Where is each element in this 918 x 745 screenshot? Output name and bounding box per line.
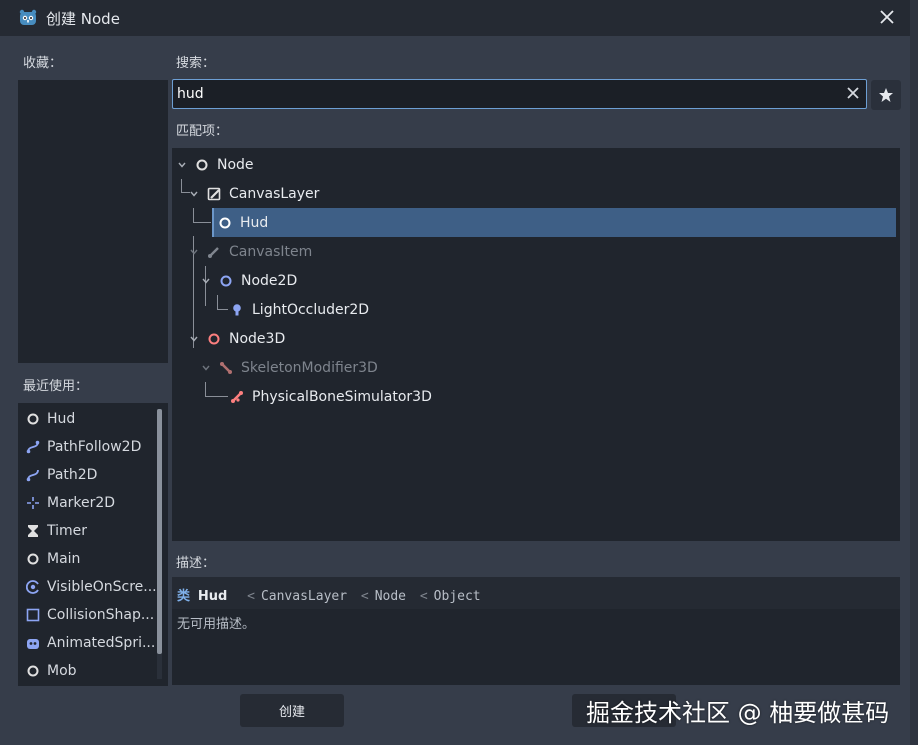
tree-item-node3d[interactable]: Node3D bbox=[172, 325, 900, 353]
tree-item-label: CanvasLayer bbox=[229, 186, 320, 202]
circle-icon bbox=[220, 275, 232, 287]
watermark-text: 掘金技术社区 @ 柚要做甚码 bbox=[586, 699, 890, 727]
brush-icon bbox=[208, 247, 219, 258]
tree-item-label: Node3D bbox=[229, 331, 286, 347]
tree-item-node[interactable]: Node bbox=[172, 151, 900, 179]
recent-item-label: Path2D bbox=[47, 467, 98, 483]
recent-item[interactable]: Marker2D bbox=[18, 489, 158, 517]
inherit-link[interactable]: Object bbox=[434, 589, 481, 604]
favorites-label: 收藏： bbox=[23, 56, 63, 71]
inherit-link[interactable]: Node bbox=[375, 589, 406, 604]
inherit-separator: < bbox=[247, 589, 255, 604]
clear-icon[interactable] bbox=[846, 86, 860, 100]
bone-icon bbox=[231, 391, 243, 403]
matches-label: 匹配项： bbox=[176, 124, 229, 139]
recent-scrollbar-thumb[interactable] bbox=[157, 409, 162, 654]
class-keyword: 类 bbox=[177, 589, 191, 604]
tree-item-label: PhysicalBoneSimulator3D bbox=[252, 389, 432, 405]
recent-item[interactable]: Mob bbox=[18, 657, 158, 685]
recent-item-label: Timer bbox=[47, 523, 88, 539]
circle-icon bbox=[27, 665, 39, 677]
recent-item[interactable]: VisibleOnScre... bbox=[18, 573, 158, 601]
recent-item-label: Main bbox=[47, 551, 81, 567]
inherit-link[interactable]: CanvasLayer bbox=[261, 589, 347, 604]
recent-item-label: VisibleOnScre... bbox=[47, 579, 157, 595]
tree-item-label: LightOccluder2D bbox=[252, 302, 370, 318]
search-input[interactable] bbox=[177, 83, 827, 105]
inherit-separator: < bbox=[419, 589, 428, 604]
recent-item[interactable]: Timer bbox=[18, 517, 158, 545]
chevron-down-icon[interactable] bbox=[189, 247, 199, 257]
description-text: 无可用描述。 bbox=[177, 617, 256, 632]
tree-item-hud[interactable]: Hud bbox=[172, 209, 900, 237]
star-icon bbox=[879, 88, 893, 102]
circle-icon bbox=[196, 159, 208, 171]
hourglass-icon bbox=[28, 525, 38, 537]
light-bulb-icon bbox=[233, 304, 241, 316]
close-icon[interactable] bbox=[878, 8, 896, 26]
marker-icon bbox=[27, 497, 39, 509]
circle-icon bbox=[219, 217, 231, 229]
search-label: 搜索： bbox=[176, 56, 216, 71]
tree-item-label: Node2D bbox=[241, 273, 298, 289]
path-follow-icon bbox=[26, 440, 40, 454]
recent-label: 最近使用： bbox=[23, 379, 89, 394]
inherit-separator: < bbox=[360, 589, 369, 604]
recent-item[interactable]: Main bbox=[18, 545, 158, 573]
create-node-dialog: 创建 Node 收藏： 最近使用： Hud PathFollow2D Path2… bbox=[0, 0, 910, 745]
tree-item-canvas-item[interactable]: CanvasItem bbox=[172, 238, 900, 266]
recent-item[interactable]: Path2D bbox=[18, 461, 158, 489]
canvas-layer-icon bbox=[207, 187, 221, 201]
recent-item-label: PathFollow2D bbox=[47, 439, 142, 455]
recent-item-label: Hud bbox=[47, 411, 76, 427]
godot-logo-icon bbox=[19, 9, 37, 25]
circle-icon bbox=[208, 333, 220, 345]
chevron-down-icon[interactable] bbox=[177, 160, 187, 170]
recent-item[interactable]: AnimatedSpri... bbox=[18, 629, 158, 657]
description-header: 类 Hud < CanvasLayer < Node < Object bbox=[172, 577, 900, 609]
title-bar: 创建 Node bbox=[0, 0, 910, 36]
chevron-down-icon[interactable] bbox=[189, 334, 199, 344]
tree-item-skeleton-modifier[interactable]: SkeletonModifier3D bbox=[172, 354, 900, 382]
tree-item-canvas-layer[interactable]: CanvasLayer bbox=[172, 180, 900, 208]
animated-sprite-icon bbox=[27, 639, 39, 649]
tree-item-physical-bone[interactable]: PhysicalBoneSimulator3D bbox=[172, 383, 900, 411]
chevron-down-icon[interactable] bbox=[201, 363, 211, 373]
recent-item-label: CollisionShap... bbox=[47, 607, 155, 623]
tree-item-label: Hud bbox=[240, 215, 269, 231]
favorite-button[interactable] bbox=[871, 80, 901, 110]
recent-item[interactable]: Hud bbox=[18, 405, 158, 433]
tree-item-label: SkeletonModifier3D bbox=[241, 360, 378, 376]
tree-item-label: Node bbox=[217, 157, 254, 173]
tree-item-node2d[interactable]: Node2D bbox=[172, 267, 900, 295]
visible-icon bbox=[26, 580, 39, 594]
path-icon bbox=[26, 469, 39, 482]
recent-item-label: Mob bbox=[47, 663, 77, 679]
recent-item[interactable]: PathFollow2D bbox=[18, 433, 158, 461]
bone-icon bbox=[220, 362, 232, 374]
create-button[interactable]: 创建 bbox=[240, 694, 344, 727]
chevron-down-icon[interactable] bbox=[189, 189, 199, 199]
tree-item-light-occluder[interactable]: LightOccluder2D bbox=[172, 296, 900, 324]
circle-icon bbox=[27, 413, 39, 425]
tree-item-label: CanvasItem bbox=[229, 244, 313, 260]
collision-shape-icon bbox=[26, 608, 40, 622]
recent-item-label: Marker2D bbox=[47, 495, 116, 511]
favorites-list[interactable] bbox=[18, 80, 168, 363]
matches-tree[interactable]: Node CanvasLayer Hud CanvasItem Node2D L… bbox=[172, 148, 900, 541]
description-panel: 类 Hud < CanvasLayer < Node < Object 无可用描述。 bbox=[172, 577, 900, 685]
background-editor-strip bbox=[910, 0, 918, 745]
recent-item[interactable]: CollisionShap... bbox=[18, 601, 158, 629]
recent-item-label: AnimatedSpri... bbox=[47, 635, 156, 651]
class-name: Hud bbox=[197, 589, 228, 604]
window-title: 创建 Node bbox=[46, 9, 120, 28]
description-label: 描述： bbox=[176, 556, 216, 571]
search-field[interactable] bbox=[172, 79, 867, 109]
recent-list[interactable]: Hud PathFollow2D Path2D Marker2D Timer M… bbox=[18, 403, 168, 686]
circle-icon bbox=[27, 553, 39, 565]
class-inheritance-line: 类 Hud < CanvasLayer < Node < Object bbox=[177, 585, 481, 604]
chevron-down-icon[interactable] bbox=[201, 276, 211, 286]
